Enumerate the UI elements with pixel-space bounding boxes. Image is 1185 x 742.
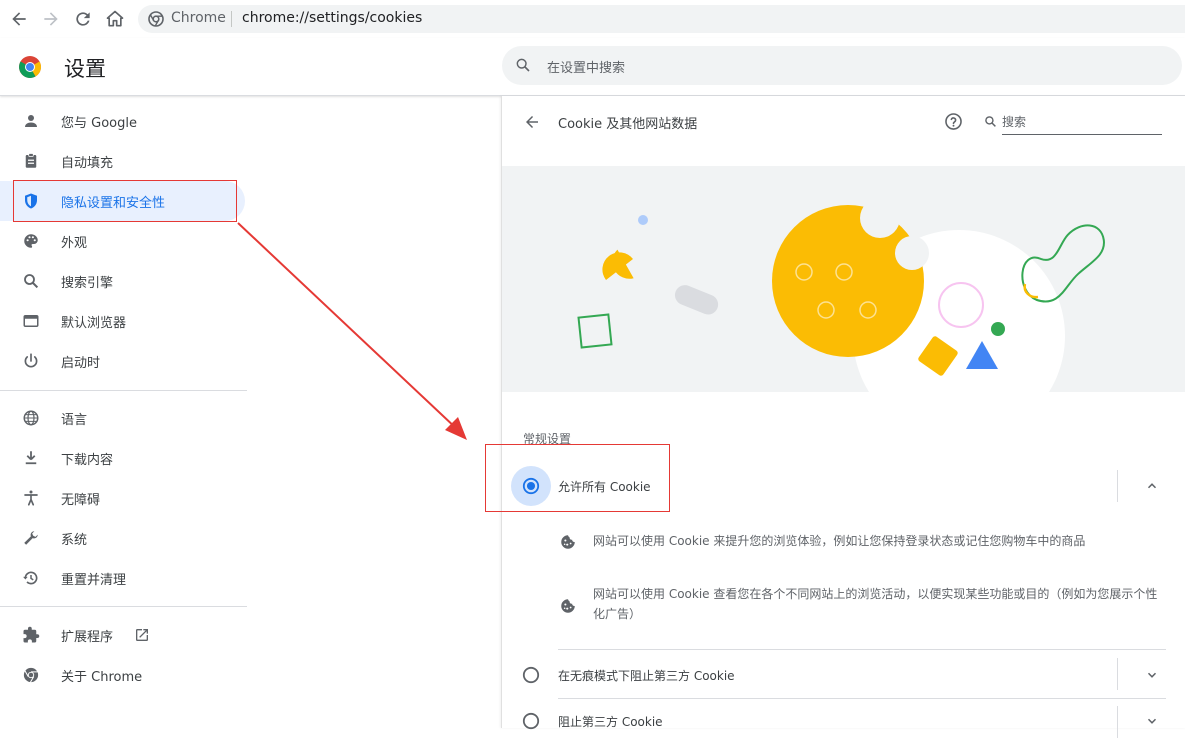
sidebar: 您与 Google 自动填充 隐私设置和安全性 外观 搜索引擎 默认浏览器 启动… [0,96,247,728]
radio-option-block-third-party-incognito[interactable]: 在无痕模式下阻止第三方 Cookie [502,654,1185,694]
sidebar-item-languages[interactable]: 语言 [0,398,245,438]
url-text[interactable]: chrome://settings/cookies [242,10,422,26]
detail-text: 网站可以使用 Cookie 查看您在各个不同网站上的浏览活动，以便实现某些功能或… [593,587,1158,621]
shield-icon [20,191,42,211]
back-arrow-icon[interactable] [520,110,544,134]
chrome-icon [20,665,42,685]
sidebar-item-privacy-security[interactable]: 隐私设置和安全性 [0,181,245,221]
row-divider [558,698,1166,699]
settings-search-input[interactable]: 在设置中搜索 [502,46,1182,85]
sidebar-divider [0,606,247,607]
cookie-icon [558,596,578,616]
history-icon [20,568,42,588]
row-divider [558,649,1166,650]
page-title: 设置 [64,57,106,81]
sidebar-item-label: 关于 Chrome [61,670,143,685]
sidebar-item-search-engine[interactable]: 搜索引擎 [0,261,245,301]
radio-label: 在无痕模式下阻止第三方 Cookie [558,669,735,683]
radio-ripple [511,466,551,506]
help-icon[interactable] [942,110,964,132]
sidebar-item-about-chrome[interactable]: 关于 Chrome [0,655,245,695]
section-heading: 常规设置 [523,432,572,446]
radio-button [521,665,541,685]
sidebar-item-autofill[interactable]: 自动填充 [0,141,245,181]
detail-row: 网站可以使用 Cookie 查看您在各个不同网站上的浏览活动，以便实现某些功能或… [502,584,1185,628]
sidebar-item-extensions[interactable]: 扩展程序 [0,615,245,655]
search-underline [1002,134,1162,135]
sidebar-item-label: 默认浏览器 [61,316,127,331]
forward-arrow-icon[interactable] [39,7,63,31]
url-separator [231,11,232,27]
url-scheme: Chrome [171,10,226,26]
power-icon [20,351,42,371]
chevron-up-icon[interactable] [1142,476,1162,496]
sidebar-divider [0,390,247,391]
sidebar-item-label: 语言 [61,413,88,428]
vertical-separator [1117,470,1118,502]
detail-text: 网站可以使用 Cookie 来提升您的浏览体验，例如让您保持登录状态或记住您购物… [593,534,1086,548]
home-icon[interactable] [103,7,127,31]
sidebar-item-on-startup[interactable]: 启动时 [0,341,245,381]
reload-icon[interactable] [71,7,95,31]
sidebar-item-label: 无障碍 [61,493,101,508]
radio-option-allow-all[interactable]: 允许所有 Cookie [502,466,1185,506]
radio-label: 允许所有 Cookie [558,480,651,494]
search-icon [983,114,997,128]
sidebar-item-downloads[interactable]: 下载内容 [0,438,245,478]
wrench-icon [20,528,42,548]
chevron-down-icon[interactable] [1142,711,1162,731]
accessibility-icon [20,488,42,508]
sidebar-item-label: 启动时 [61,356,101,371]
sidebar-item-appearance[interactable]: 外观 [0,221,245,261]
browser-window-icon [20,311,42,331]
sidebar-item-reset[interactable]: 重置并清理 [0,558,245,598]
cookie-illustration [502,166,1185,392]
sidebar-item-label: 系统 [61,533,88,548]
sidebar-item-label: 隐私设置和安全性 [61,196,166,211]
sidebar-item-label: 自动填充 [61,156,114,171]
subpage-title: Cookie 及其他网站数据 [558,117,698,132]
cookie-settings-panel: Cookie 及其他网站数据 搜索 常规设置 允许所有 Cookie 网站可以使… [501,96,1185,738]
sidebar-item-label: 下载内容 [61,453,114,468]
puzzle-icon [20,625,42,645]
sidebar-item-label: 您与 Google [61,116,137,131]
back-arrow-icon[interactable] [7,7,31,31]
content-search-input[interactable]: 搜索 [1002,113,1026,130]
chrome-logo-icon [18,55,42,79]
person-icon [20,111,42,131]
vertical-separator [1117,706,1118,738]
radio-button [521,711,541,731]
sidebar-item-system[interactable]: 系统 [0,518,245,558]
address-bar[interactable]: Chrome chrome://settings/cookies [138,5,1185,33]
sidebar-item-accessibility[interactable]: 无障碍 [0,478,245,518]
vertical-separator [1117,658,1118,690]
chevron-down-icon[interactable] [1142,665,1162,685]
search-placeholder: 在设置中搜索 [547,61,626,76]
search-icon [20,271,42,291]
detail-row: 网站可以使用 Cookie 来提升您的浏览体验，例如让您保持登录状态或记住您购物… [502,526,1185,556]
cookie-icon [558,532,578,552]
settings-header: 设置 在设置中搜索 [0,38,1185,96]
chrome-page-icon [148,11,164,27]
download-icon [20,448,42,468]
sidebar-item-label: 扩展程序 [61,630,114,645]
search-icon [514,56,532,74]
browser-toolbar: Chrome chrome://settings/cookies [0,0,1185,38]
clipboard-icon [20,151,42,171]
sidebar-item-label: 搜索引擎 [61,276,114,291]
sidebar-item-you-and-google[interactable]: 您与 Google [0,101,245,141]
palette-icon [20,231,42,251]
sidebar-item-default-browser[interactable]: 默认浏览器 [0,301,245,341]
radio-option-block-third-party[interactable]: 阻止第三方 Cookie [502,702,1185,742]
sidebar-item-label: 外观 [61,236,88,251]
sidebar-item-label: 重置并清理 [61,573,127,588]
radio-label: 阻止第三方 Cookie [558,715,663,729]
open-in-new-icon [133,626,151,644]
globe-icon [20,408,42,428]
